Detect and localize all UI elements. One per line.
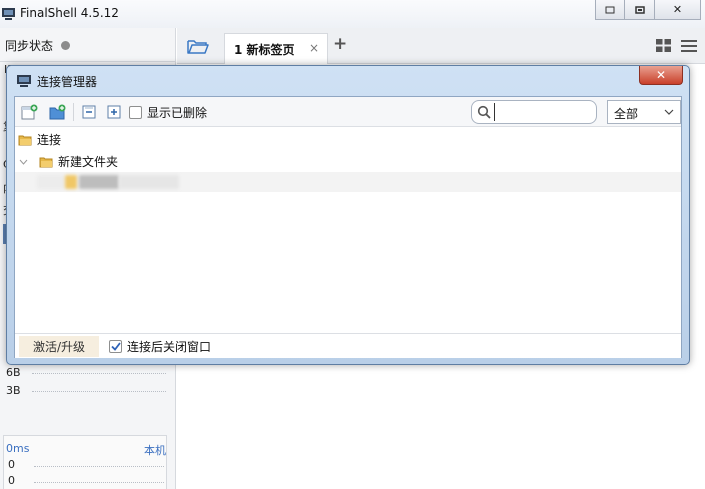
dialog-title: 连接管理器 [37, 75, 98, 89]
grid-view-icon[interactable] [656, 39, 671, 52]
window-controls: ✕ [595, 0, 701, 20]
latency-host[interactable]: 本机 [144, 442, 166, 458]
new-folder-icon[interactable] [49, 104, 66, 120]
maximize-button[interactable] [625, 0, 655, 20]
search-input[interactable] [494, 103, 592, 121]
speed-label-upper: 6B [6, 366, 21, 379]
redacted-block [119, 175, 179, 189]
redacted-block [79, 175, 119, 189]
latency-gridline [34, 482, 164, 483]
tab-new-tab[interactable]: 1 新标签页 × [224, 33, 328, 64]
close-window-button[interactable]: ✕ [655, 0, 701, 20]
connection-manager-dialog: 连接管理器 ✕ 显示已删除 全部 连接 新建文件夹 激活/升级 连接后关闭窗口 [6, 65, 690, 365]
add-tab-button[interactable]: + [333, 34, 347, 54]
folder-icon [39, 157, 53, 167]
chevron-down-icon [19, 159, 28, 165]
speed-gridline [32, 373, 166, 374]
tree-item-root[interactable]: 连接 [18, 131, 61, 148]
close-icon: ✕ [655, 68, 667, 82]
speed-gridline [32, 391, 166, 392]
show-deleted-toggle[interactable]: 显示已删除 [129, 104, 207, 121]
tab-close-icon[interactable]: × [309, 41, 319, 55]
dialog-logo-icon [17, 75, 31, 87]
close-after-connect-label: 连接后关闭窗口 [127, 340, 212, 354]
app-title: FinalShell 4.5.12 [20, 6, 119, 20]
minimize-button[interactable] [595, 0, 625, 20]
maximize-icon [634, 5, 645, 14]
latency-value: 0ms [6, 442, 30, 455]
expand-all-icon[interactable] [106, 104, 123, 120]
dialog-toolbar: 显示已删除 全部 [15, 97, 681, 127]
search-icon [477, 105, 491, 119]
toolbar-separator [73, 103, 74, 121]
tree-item-folder[interactable]: 新建文件夹 [19, 153, 118, 170]
close-after-connect-checkbox[interactable] [109, 340, 122, 353]
close-icon: ✕ [672, 3, 683, 16]
search-box[interactable] [471, 100, 597, 124]
tab-label: 1 新标签页 [234, 42, 295, 57]
title-bar: FinalShell 4.5.12 ✕ [0, 0, 705, 28]
dialog-content: 显示已删除 全部 连接 新建文件夹 激活/升级 连接后关闭窗口 [14, 96, 682, 358]
latency-axis-label: 0 [8, 458, 15, 471]
open-folder-icon[interactable] [187, 38, 209, 54]
chevron-down-icon [664, 109, 674, 115]
tree-item-label: 连接 [37, 133, 62, 147]
sidebar-divider [0, 61, 176, 62]
minimize-icon [605, 6, 615, 13]
sync-status: 同步状态 [5, 37, 71, 54]
connection-tree: 连接 新建文件夹 [15, 128, 681, 333]
latency-panel: 0ms 本机 0 0 0 [3, 435, 167, 489]
redacted-block [37, 175, 65, 189]
finalshell-logo-icon [2, 8, 15, 20]
filter-select[interactable]: 全部 [607, 100, 681, 124]
activate-upgrade-button[interactable]: 激活/升级 [19, 336, 99, 357]
activate-upgrade-label: 激活/升级 [32, 340, 86, 354]
sync-status-dot-icon [61, 41, 71, 50]
speed-label-lower: 3B [6, 384, 21, 397]
tree-item-label: 新建文件夹 [58, 155, 119, 169]
dialog-close-button[interactable]: ✕ [639, 66, 683, 85]
folder-icon [18, 135, 32, 145]
redacted-folder-icon [65, 175, 77, 189]
new-connection-icon[interactable] [21, 104, 38, 120]
checkmark-icon [110, 342, 121, 351]
close-after-connect-toggle[interactable]: 连接后关闭窗口 [109, 338, 211, 355]
latency-gridline [34, 466, 164, 467]
show-deleted-label: 显示已删除 [147, 106, 208, 120]
collapse-all-icon[interactable] [81, 104, 98, 120]
sync-status-label: 同步状态 [5, 39, 54, 53]
tree-item-redacted[interactable] [15, 172, 681, 192]
tab-bar: 1 新标签页 × + [177, 28, 705, 64]
latency-axis-label: 0 [8, 474, 15, 487]
dialog-bottom-bar: 激活/升级 连接后关闭窗口 [15, 333, 681, 358]
filter-selected-value: 全部 [614, 107, 639, 121]
show-deleted-checkbox[interactable] [129, 106, 142, 119]
hamburger-menu-icon[interactable] [681, 39, 697, 53]
